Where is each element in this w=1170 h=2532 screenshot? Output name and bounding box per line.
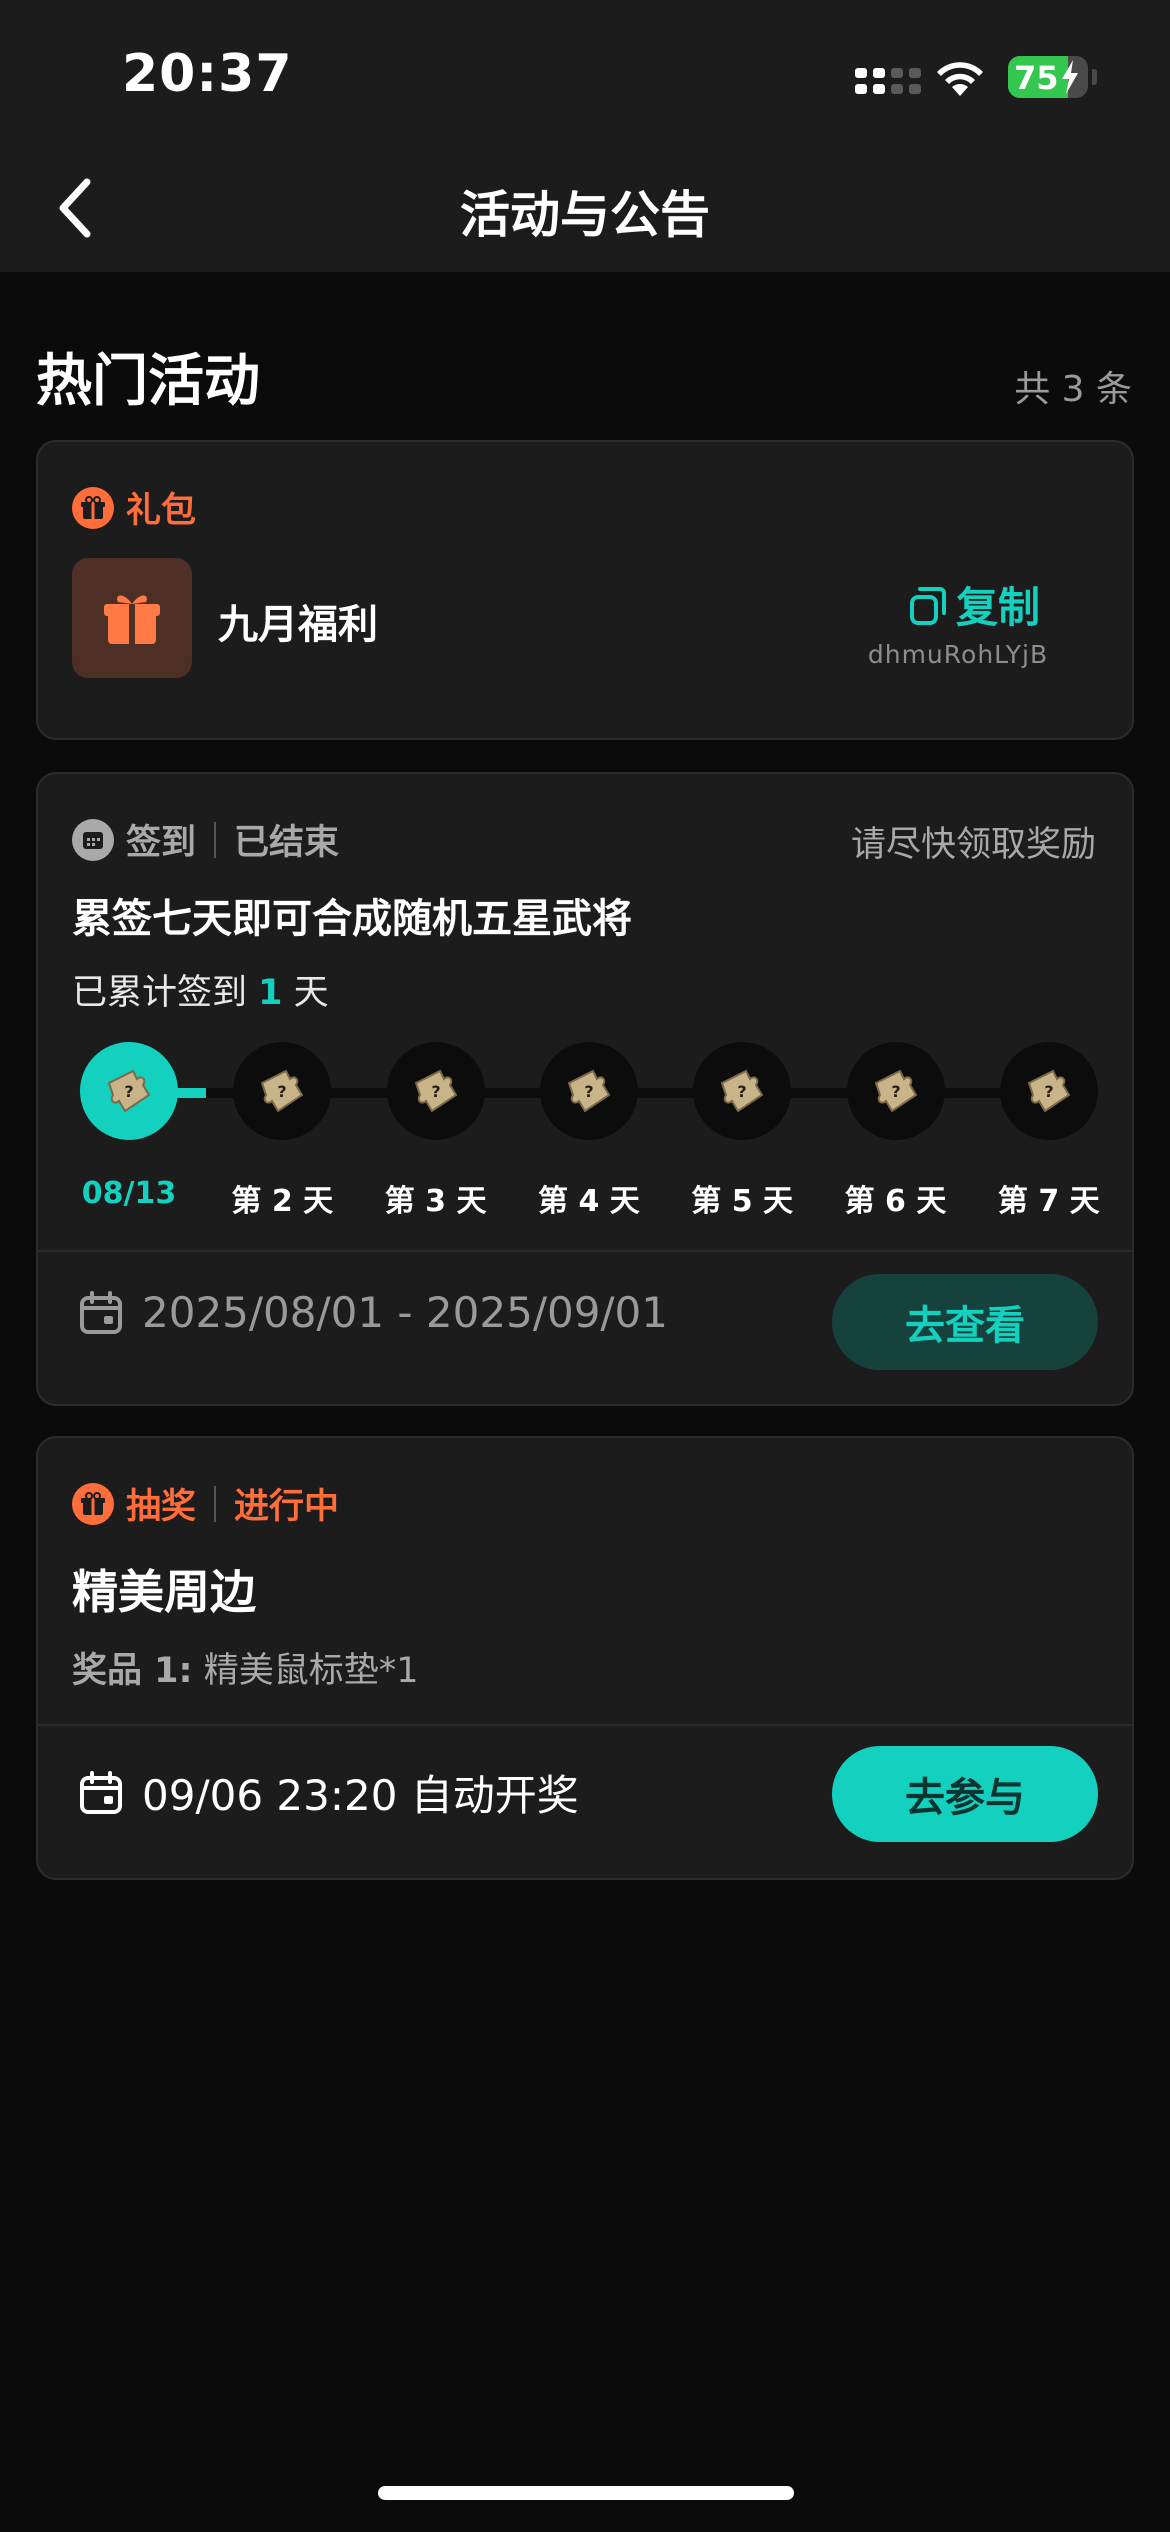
mystery-puzzle-icon: ?: [567, 1069, 611, 1113]
wifi-icon: [937, 62, 983, 96]
mystery-puzzle-icon: ?: [107, 1069, 151, 1113]
date-range: 2025/08/01 - 2025/09/01: [78, 1288, 668, 1337]
mystery-puzzle-icon: ?: [1027, 1069, 1071, 1113]
svg-text:?: ?: [891, 1082, 900, 1101]
charging-bolt-icon: [1062, 60, 1078, 94]
copy-icon: [910, 586, 946, 625]
prize-value: 精美鼠标垫*1: [203, 1651, 419, 1691]
mystery-puzzle-icon: ?: [874, 1069, 917, 1113]
draw-time: 09/06 23:20 自动开奖: [78, 1762, 579, 1823]
section-count: 共 3 条: [1014, 369, 1132, 410]
cellular-signal-icon: [855, 68, 921, 94]
gift-tag-label: 礼包: [126, 491, 197, 531]
date-range-text: 2025/08/01 - 2025/09/01: [142, 1288, 669, 1337]
prize-label: 奖品 1:: [72, 1651, 193, 1691]
lottery-tag-label: 抽奖: [126, 1487, 197, 1527]
signed-summary: 已累计签到 1 天: [72, 964, 329, 1015]
day-label: 第 7 天: [997, 1184, 1100, 1219]
gift-box-icon: [72, 558, 192, 678]
svg-text:?: ?: [431, 1082, 440, 1101]
day-label: 第 2 天: [231, 1184, 334, 1219]
day-reward-node[interactable]: ?: [999, 1042, 1098, 1140]
copy-button[interactable]: 复制: [906, 574, 1040, 635]
checkin-status: 已结束: [234, 823, 340, 863]
signed-prefix: 已累计签到: [72, 973, 248, 1013]
lottery-status: 进行中: [234, 1487, 340, 1527]
tag-separator: [214, 1485, 217, 1522]
page-title: 活动与公告: [460, 186, 710, 244]
mystery-puzzle-icon: ?: [414, 1069, 457, 1113]
checkin-headline: 累签七天即可合成随机五星武将: [72, 896, 632, 942]
svg-text:?: ?: [1044, 1082, 1053, 1101]
gift-tag: 礼包: [72, 482, 196, 533]
checkin-tag: 签到 已结束: [72, 814, 339, 865]
svg-text:?: ?: [584, 1082, 593, 1101]
status-time: 20:37: [122, 44, 293, 104]
draw-time-text: 09/06 23:20 自动开奖: [142, 1771, 579, 1820]
day-reward-node[interactable]: ?: [693, 1042, 792, 1140]
day-label: 第 3 天: [384, 1184, 487, 1219]
checkin-tag-label: 签到: [126, 823, 197, 863]
battery-percent: 75: [1014, 59, 1059, 97]
gift-tag-icon: [72, 486, 114, 529]
mystery-puzzle-icon: ?: [720, 1069, 764, 1113]
join-button[interactable]: 去参与: [832, 1746, 1098, 1842]
lottery-tag: 抽奖 进行中: [72, 1478, 339, 1529]
day-label: 第 4 天: [538, 1184, 640, 1219]
day-reward-node[interactable]: ?: [539, 1042, 638, 1140]
mystery-puzzle-icon: ?: [261, 1069, 304, 1113]
view-button[interactable]: 去查看: [832, 1274, 1098, 1370]
day-reward-node[interactable]: ?: [80, 1042, 178, 1140]
card-divider: [38, 1724, 1132, 1726]
battery-icon: 75: [1008, 56, 1088, 98]
day-reward-node[interactable]: ?: [846, 1042, 945, 1140]
prize-line: 奖品 1: 精美鼠标垫*1: [72, 1642, 418, 1693]
gift-code: dhmuRohLYjB: [867, 640, 1049, 669]
svg-text:?: ?: [278, 1082, 287, 1101]
calendar-icon: [80, 1290, 122, 1334]
lottery-headline: 精美周边: [72, 1565, 256, 1619]
day-label: 第 5 天: [691, 1184, 794, 1219]
gift-card[interactable]: 礼包 九月福利 复制 dhmuRohLYjB: [36, 440, 1134, 740]
copy-label: 复制: [956, 583, 1041, 632]
calendar-tag-icon: [72, 818, 114, 861]
day-label: 08/13: [81, 1176, 177, 1211]
svg-text:?: ?: [124, 1082, 133, 1101]
claim-reward-note[interactable]: 请尽快领取奖励: [851, 816, 1096, 867]
lottery-card: 抽奖 进行中 精美周边 奖品 1: 精美鼠标垫*1 09/06 23:20 自动…: [36, 1436, 1134, 1880]
gift-name: 九月福利: [218, 602, 378, 648]
card-divider: [38, 1250, 1132, 1252]
section-title: 热门活动: [36, 349, 260, 414]
home-indicator: [378, 2486, 794, 2500]
signed-count: 1: [258, 973, 283, 1013]
signed-suffix: 天: [293, 973, 329, 1013]
battery-cap: [1092, 69, 1097, 85]
gift-tag-icon: [72, 1482, 114, 1525]
calendar-icon: [80, 1770, 122, 1814]
day-reward-node[interactable]: ?: [233, 1042, 332, 1140]
day-label: 第 6 天: [844, 1184, 947, 1219]
svg-text:?: ?: [738, 1082, 747, 1101]
tag-separator: [214, 821, 217, 858]
checkin-card: 签到 已结束 请尽快领取奖励 累签七天即可合成随机五星武将 已累计签到 1 天 …: [36, 772, 1134, 1406]
day-reward-node[interactable]: ?: [386, 1042, 485, 1140]
